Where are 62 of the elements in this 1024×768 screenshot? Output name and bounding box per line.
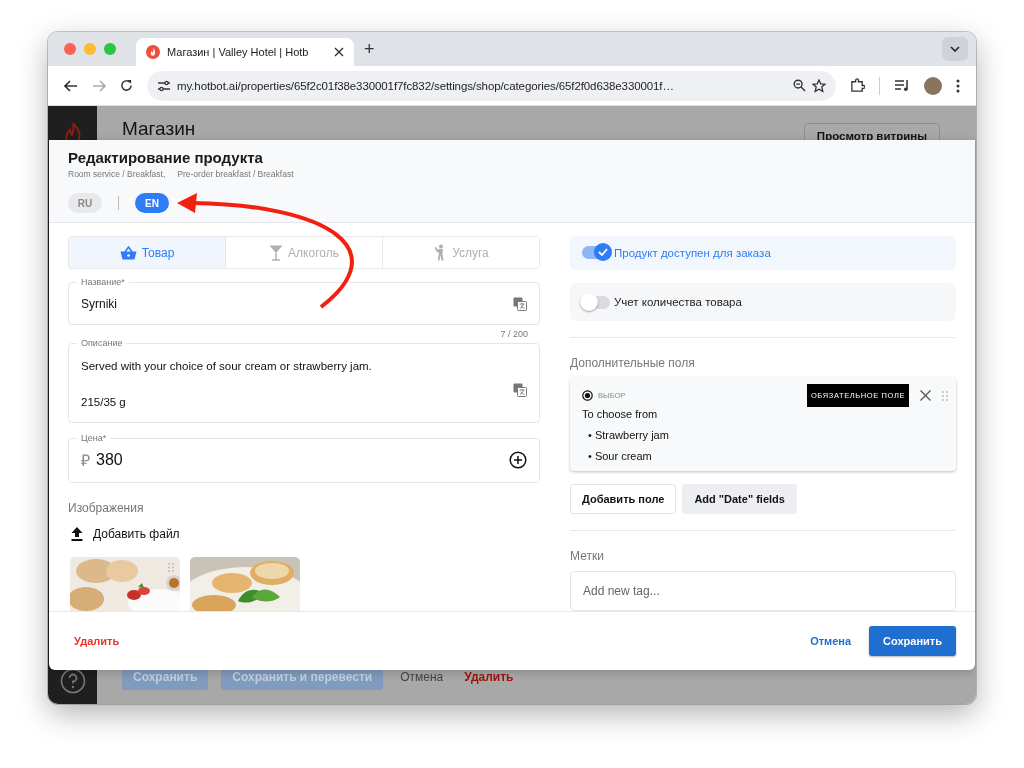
site-settings-icon[interactable] — [157, 79, 171, 92]
section-heading: Метки — [570, 549, 605, 564]
basket-icon — [119, 245, 137, 260]
field-label: Цена* — [77, 432, 111, 443]
field-label: Описание — [77, 338, 127, 349]
add-field-button[interactable]: Добавить поле — [570, 484, 677, 515]
upload-button[interactable]: Добавить файл — [68, 527, 180, 541]
toggle-label: Учет количества товара — [614, 296, 742, 309]
plus-circle-icon[interactable] — [509, 451, 527, 470]
page-action-button[interactable]: Отмена — [396, 664, 448, 690]
currency-symbol: ₽ — [81, 451, 90, 472]
drag-handle-icon[interactable] — [168, 563, 174, 572]
upload-icon — [71, 527, 83, 541]
radio-icon — [582, 390, 593, 402]
field-value[interactable]: Syrniki — [81, 296, 513, 311]
translate-icon[interactable] — [513, 296, 527, 311]
address-bar[interactable]: my.hotbot.ai/properties/65f2c01f38e330001f7fc832/settings/shop/categories/65f2f0d638e330001f… — [147, 70, 836, 101]
page-title: Магазин — [122, 118, 196, 140]
help-icon[interactable] — [59, 668, 86, 694]
field-label: Название* — [77, 277, 129, 288]
menu-icon[interactable] — [956, 78, 960, 93]
toggle-label: Продукт доступен для заказа — [614, 246, 771, 259]
language-tab[interactable]: EN — [135, 193, 169, 213]
media-icon[interactable] — [894, 79, 910, 92]
category-path: Pre-order breakfast / Breakfast — [177, 169, 294, 179]
star-icon[interactable] — [812, 78, 826, 93]
toggle-switch[interactable] — [582, 295, 610, 309]
field-title: To choose from — [582, 408, 659, 421]
modal-title: Редактирование продукта — [68, 149, 264, 166]
translate-icon[interactable] — [513, 383, 527, 398]
zoom-icon[interactable] — [793, 79, 806, 92]
close-icon[interactable] — [920, 390, 931, 402]
tab-search-button[interactable] — [942, 37, 968, 61]
save-button[interactable]: Сохранить — [869, 626, 956, 656]
cancel-button[interactable]: Отмена — [810, 635, 852, 647]
delete-button[interactable]: Удалить — [74, 635, 120, 647]
field-value[interactable]: Served with your choice of sour cream or strawberry jam. 215/35 g — [81, 358, 513, 417]
reload-icon[interactable] — [120, 79, 133, 92]
puzzle-icon[interactable] — [850, 78, 865, 93]
section-heading: Дополнительные поля — [570, 356, 696, 371]
section-heading: Изображения — [68, 501, 145, 515]
back-icon[interactable] — [64, 79, 78, 92]
option-item: • Strawberry jam — [588, 429, 670, 442]
profile-avatar[interactable] — [924, 76, 942, 95]
category-path: Room service / Breakfast, — [68, 169, 166, 179]
new-tab-button[interactable]: + — [364, 38, 375, 60]
url-text: my.hotbot.ai/properties/65f2c01f38e330001f7fc832/settings/shop/categories/65f2f0d638e330001f… — [177, 79, 675, 92]
cocktail-glass-icon — [269, 244, 284, 261]
add-field-button[interactable]: Add "Date" fields — [682, 484, 797, 515]
drag-handle-icon[interactable] — [942, 390, 948, 401]
character-counter: 7 / 200 — [499, 329, 528, 340]
browser-tab[interactable]: Магазин | Valley Hotel | Hotb — [136, 38, 354, 66]
option-item: • Sour cream — [588, 450, 653, 463]
check-icon — [598, 248, 608, 257]
tag-input[interactable]: Add new tag... — [570, 571, 956, 611]
field-value[interactable]: 380 — [96, 451, 503, 470]
product-type-tab[interactable]: Товар — [69, 237, 225, 269]
flame-icon — [146, 45, 160, 59]
tab-title: Магазин | Valley Hotel | Hotb — [167, 46, 310, 58]
close-icon[interactable] — [334, 47, 344, 57]
chevron-icon — [950, 46, 960, 52]
toggle-switch[interactable] — [582, 246, 610, 260]
